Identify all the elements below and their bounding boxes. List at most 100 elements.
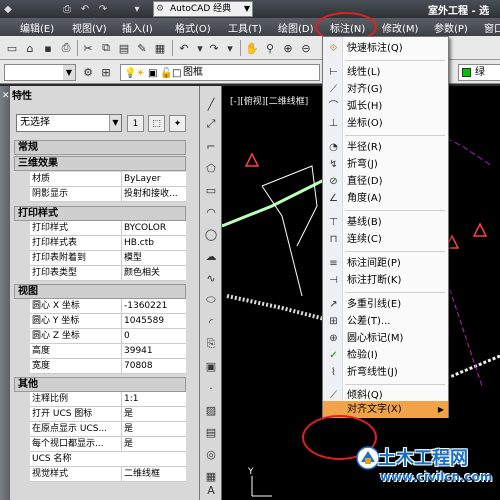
prop-row[interactable]: 打印样式 BYCOLOR [30,221,186,236]
prop-row[interactable]: 圆心 Y 坐标 1045589 [30,314,186,329]
spline-icon[interactable]: ∿ [203,270,219,286]
layer-states-icon[interactable]: ⊞ [98,64,114,80]
layer-properties-icon[interactable]: ⚙ [80,64,96,80]
prop-row[interactable]: 在原点显示 UCS... 是 [30,422,186,437]
prop-row[interactable]: 打印表附着到 模型 [30,251,186,266]
gradient-icon[interactable]: ▤ [203,424,219,440]
redo-icon[interactable]: ↷ [96,2,110,16]
redo-icon[interactable]: ↷ [206,40,222,56]
menu-format[interactable]: 格式(O) [175,20,211,35]
menu-item-linear[interactable]: ⊢ 线性(L) [323,64,448,81]
ellipse-icon[interactable]: ⬭ [203,292,219,308]
menu-window[interactable]: 窗口 [484,20,500,35]
insert-block-icon[interactable]: ⎘ [203,336,219,352]
prop-row[interactable]: 打开 UCS 图标 是 [30,407,186,422]
close-icon[interactable]: ✕ [2,87,10,105]
paste-icon[interactable]: ▤ [116,40,132,56]
menu-item-inspect[interactable]: ✓ 检验(I) [323,347,448,364]
workspace-select[interactable]: ⚙ AutoCAD 经典 ▼ [153,1,253,17]
menu-item-jogged-linear[interactable]: ⌇ 折弯线性(J) [323,364,448,381]
menu-item-dim-break[interactable]: ⊣ 标注打断(K) [323,272,448,289]
mtext-icon[interactable]: A [203,482,219,498]
revision-cloud-icon[interactable]: ☁ [203,248,219,264]
hatch-icon[interactable]: ▨ [203,402,219,418]
app-menu-icon[interactable]: ◆ [2,2,14,16]
match-properties-icon[interactable]: ✎ [134,40,150,56]
rectangle-icon[interactable]: ▭ [203,182,219,198]
section-plot-style[interactable]: 打印样式 [14,206,186,221]
ellipse-arc-icon[interactable]: ◜ [203,314,219,330]
menu-view[interactable]: 视图(V) [72,20,107,35]
zoom-previous-icon[interactable]: ⊖ [298,40,314,56]
quick-select-icon[interactable]: ✦ [169,115,186,132]
style-select[interactable]: ▼ [4,64,76,81]
line-icon[interactable]: ╱ [203,96,219,112]
menu-item-quick-dimension[interactable]: ⟐ 快速标注(Q) [323,40,448,57]
menu-tools[interactable]: 工具(T) [228,20,262,35]
color-select[interactable]: 绿 [458,64,500,81]
prop-row[interactable]: 高度 39941 [30,344,186,359]
prop-row[interactable]: 圆心 Z 坐标 0 [30,329,186,344]
layer-select[interactable]: 💡 ☀ ▣ 🔓 □ 图框 [120,64,320,81]
menu-item-aligned[interactable]: ⟋ 对齐(G) [323,81,448,98]
undo-icon[interactable]: ↶ [176,40,192,56]
menu-item-jogged[interactable]: ↯ 折弯(J) [323,156,448,173]
construction-line-icon[interactable]: ⤢ [203,116,219,132]
menu-item-continue[interactable]: ⊓ 连续(C) [323,231,448,248]
menu-item-arc-length[interactable]: ⌒ 弧长(H) [323,98,448,115]
menu-draw[interactable]: 绘图(D) [278,20,314,35]
redo-dropdown-icon[interactable]: ▾ [222,40,238,56]
new-icon[interactable]: ▭ [4,40,20,56]
prop-row[interactable]: 宽度 70808 [30,359,186,374]
zoom-window-icon[interactable]: ⊕ [280,40,296,56]
point-icon[interactable]: · [203,380,219,396]
toggle-pickadd-icon[interactable]: 1 [127,115,144,132]
selection-select[interactable]: 无选择 ▼ [16,114,122,132]
prop-row[interactable]: 打印样式表 HB.ctb [30,236,186,251]
menu-item-radius[interactable]: ◔ 半径(R) [323,139,448,156]
select-objects-icon[interactable]: ⬚ [148,115,165,132]
prop-row[interactable]: 每个视口都显示... 是 [30,437,186,452]
section-misc[interactable]: 其他 [14,377,186,392]
prop-row[interactable]: 阴影显示 投射和接收... [30,187,186,202]
palette-title-strip[interactable] [0,86,10,500]
prop-row[interactable]: 打印表类型 颜色相关 [30,266,186,281]
menu-item-tolerance[interactable]: ⊞ 公差(T)... [323,313,448,330]
prop-row[interactable]: UCS 名称 [30,452,186,467]
menu-item-dim-space[interactable]: ≡ 标注间距(P) [323,255,448,272]
menu-item-baseline[interactable]: ⊤ 基线(B) [323,214,448,231]
arc-icon[interactable]: ◠ [203,204,219,220]
save-icon[interactable]: ▪ [40,40,56,56]
circle-icon[interactable]: ◯ [203,226,219,242]
copy-icon[interactable]: ⧉ [98,40,114,56]
menu-item-ordinate[interactable]: ⊥ 坐标(O) [323,115,448,132]
plot-preview-icon[interactable]: ⎙ [58,40,74,56]
prop-row[interactable]: 视觉样式 二维线框 [30,467,186,482]
menu-modify[interactable]: 修改(M) [382,20,418,35]
section-general[interactable]: 常规 [14,140,186,155]
menu-insert[interactable]: 插入(I) [122,20,153,35]
menu-edit[interactable]: 编辑(E) [20,20,54,35]
open-icon[interactable]: ⌂ [22,40,38,56]
menu-item-diameter[interactable]: ⊘ 直径(D) [323,173,448,190]
section-view[interactable]: 视图 [14,284,186,299]
region-icon[interactable]: ◎ [203,446,219,462]
undo-icon[interactable]: ↶ [78,2,92,16]
block-editor-icon[interactable]: ▦ [152,40,168,56]
polyline-icon[interactable]: ⌐ [203,138,219,154]
prop-row[interactable]: 注释比例 1:1 [30,392,186,407]
prop-row[interactable]: 圆心 X 坐标 -1360221 [30,299,186,314]
menu-parametric[interactable]: 参数(P) [434,20,468,35]
print-icon[interactable]: ⎙ [60,2,74,16]
pan-icon[interactable]: ✋ [244,40,260,56]
cut-icon[interactable]: ✂ [80,40,96,56]
polygon-icon[interactable]: ⬠ [203,160,219,176]
menu-item-multileader[interactable]: ↗ 多重引线(E) [323,296,448,313]
qa-dropdown-icon[interactable]: ▾ [130,2,144,16]
make-block-icon[interactable]: ▣ [203,358,219,374]
menu-item-center-mark[interactable]: ⊕ 圆心标记(M) [323,330,448,347]
prop-row[interactable]: 材质 ByLayer [30,172,186,187]
section-3d-effect[interactable]: 三维效果 [14,156,186,171]
zoom-realtime-icon[interactable]: ⚲ [262,40,278,56]
menu-item-angular[interactable]: ∠ 角度(A) [323,190,448,207]
